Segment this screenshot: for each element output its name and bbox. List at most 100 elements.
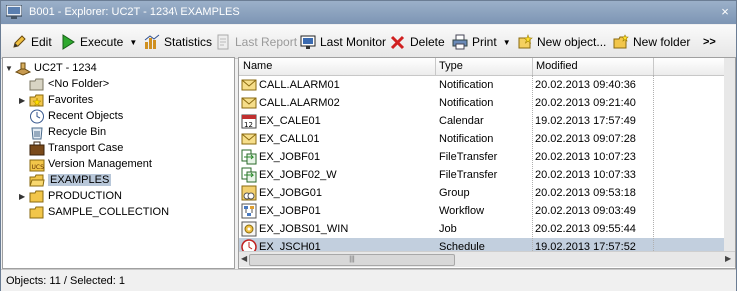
tree-item-version-management[interactable]: UCS Version Management [29,156,152,172]
last-monitor-button[interactable]: Last Monitor [300,33,386,51]
new-folder-icon [613,34,629,49]
scroll-right-icon[interactable]: ▶ [725,254,731,263]
tree-item-transport-case[interactable]: Transport Case [29,140,123,156]
column-header-type[interactable]: Type [439,60,463,72]
expand-icon[interactable]: ▶ [19,96,27,105]
cell-name: EX_JOBG01 [259,187,322,199]
no-folder-icon [29,78,44,90]
filetransfer-icon [241,149,257,165]
tree-item-favorites[interactable]: ▶ Favorites [19,92,93,108]
tree-item-label: Favorites [48,94,94,106]
execute-label: Execute [80,35,124,49]
cell-modified: 20.02.2013 09:07:28 [535,133,636,145]
folder-icon [29,206,44,218]
last-report-label: Last Report [235,35,298,49]
table-row[interactable]: EX_CALL01 Notification 20.02.2013 09:07:28 [239,130,724,148]
play-icon [62,34,75,50]
expand-icon[interactable]: ▶ [19,192,27,201]
list-header: Name Type Modified [239,58,735,76]
table-row[interactable]: EX_JOBF02_W FileTransfer 20.02.2013 10:07:… [239,166,724,184]
tree-root-label: UC2T - 1234 [34,62,97,74]
cell-type: Calendar [439,115,484,127]
table-row[interactable]: CALL.ALARM02 Notification 20.02.2013 09:21… [239,94,724,112]
tree-item-label: EXAMPLES [48,174,112,186]
delete-label: Delete [410,35,445,49]
tree-item-label: <No Folder> [48,78,110,90]
tree-item-label: Recycle Bin [48,126,107,138]
cell-type: Notification [439,79,494,91]
cell-name: EX_CALE01 [259,115,321,127]
cell-name: EX_JOBF02_W [259,169,337,181]
new-object-button[interactable]: New object... [517,33,606,51]
new-object-icon [518,34,533,49]
scroll-thumb[interactable]: ||| [249,254,455,266]
tree-item-sample-collection[interactable]: SAMPLE_COLLECTION [29,204,169,220]
vertical-scrollbar[interactable] [724,58,735,251]
collapse-icon[interactable]: ▼ [5,64,13,73]
filetransfer-icon [241,167,257,183]
cell-name: CALL.ALARM02 [259,97,340,109]
column-header-modified[interactable]: Modified [536,60,578,72]
status-text: Objects: 11 / Selected: 1 [6,275,126,287]
tree-item-recent-objects[interactable]: Recent Objects [29,108,123,124]
title-bar[interactable]: B001 - Explorer: UC2T - 1234\ EXAMPLES × [1,1,736,24]
close-icon[interactable]: × [718,5,732,19]
statistics-label: Statistics [164,35,213,49]
cell-modified: 20.02.2013 10:07:23 [535,151,636,163]
transport-case-icon [29,141,45,155]
edit-button[interactable]: Edit [11,33,52,51]
print-dropdown-icon[interactable]: ▼ [503,38,511,47]
table-row[interactable]: EX_JOBS01_WIN Job 20.02.2013 09:55:44 [239,220,724,238]
new-folder-button[interactable]: New folder [613,33,690,51]
status-bar: Objects: 11 / Selected: 1 [1,269,736,291]
notification-icon [241,133,257,145]
cell-type: Group [439,187,470,199]
edit-label: Edit [31,35,52,49]
tree-item-production[interactable]: ▶ PRODUCTION [19,188,122,204]
workflow-icon [241,203,257,219]
table-row[interactable]: EX_JOBP01 Workflow 20.02.2013 09:03:49 [239,202,724,220]
tree-item-no-folder[interactable]: <No Folder> [29,76,109,92]
group-icon [241,185,257,201]
statistics-button[interactable]: Statistics [144,33,212,51]
column-header-name[interactable]: Name [243,60,272,72]
horizontal-scrollbar[interactable]: ◀ ||| ▶ [239,251,735,267]
execute-button[interactable]: Execute ▼ [60,33,137,51]
table-row[interactable]: EX_JOBF01 FileTransfer 20.02.2013 10:07:23 [239,148,724,166]
cell-name: EX_JOBS01_WIN [259,223,349,235]
scroll-left-icon[interactable]: ◀ [241,254,247,263]
cell-type: Job [439,223,457,235]
tree-item-examples[interactable]: EXAMPLES [29,172,112,188]
last-monitor-label: Last Monitor [320,35,387,49]
table-row[interactable]: 12 EX_CALE01 Calendar 19.02.2013 17:57:49 [239,112,724,130]
toolbar-overflow-button[interactable]: >> [703,33,716,51]
notification-icon [241,97,257,109]
cell-type: FileTransfer [439,169,498,181]
calendar-icon: 12 [241,114,257,129]
cell-modified: 20.02.2013 09:03:49 [535,205,636,217]
toolbar: Edit Execute ▼ Statistics Last Report La… [1,25,736,59]
tree-item-recycle-bin[interactable]: Recycle Bin [29,124,106,140]
delete-button[interactable]: Delete [390,33,445,51]
tree-root[interactable]: ▼ UC2T - 1234 [5,60,97,76]
cell-type: Notification [439,97,494,109]
tree-item-label: SAMPLE_COLLECTION [48,206,170,218]
print-button[interactable]: Print ▼ [452,33,511,51]
app-icon [6,5,22,19]
recent-objects-icon [30,109,44,123]
tree-item-label: Transport Case [48,142,124,154]
folder-tree: ▼ UC2T - 1234 <No Folder> ▶ Favorites Re… [2,57,235,269]
execute-dropdown-icon[interactable]: ▼ [129,38,137,47]
new-folder-label: New folder [633,35,691,49]
recycle-bin-icon [31,127,43,139]
cell-type: FileTransfer [439,151,498,163]
printer-icon [452,34,468,50]
notification-icon [241,79,257,91]
table-row[interactable]: CALL.ALARM01 Notification 20.02.2013 09:40… [239,76,724,94]
svg-text:12: 12 [244,121,253,129]
table-row[interactable]: EX_JOBG01 Group 20.02.2013 09:53:18 [239,184,724,202]
last-report-button[interactable]: Last Report [215,33,297,51]
explorer-window: B001 - Explorer: UC2T - 1234\ EXAMPLES ×… [0,0,737,291]
cell-modified: 20.02.2013 09:53:18 [535,187,636,199]
cell-name: EX_CALL01 [259,133,320,145]
